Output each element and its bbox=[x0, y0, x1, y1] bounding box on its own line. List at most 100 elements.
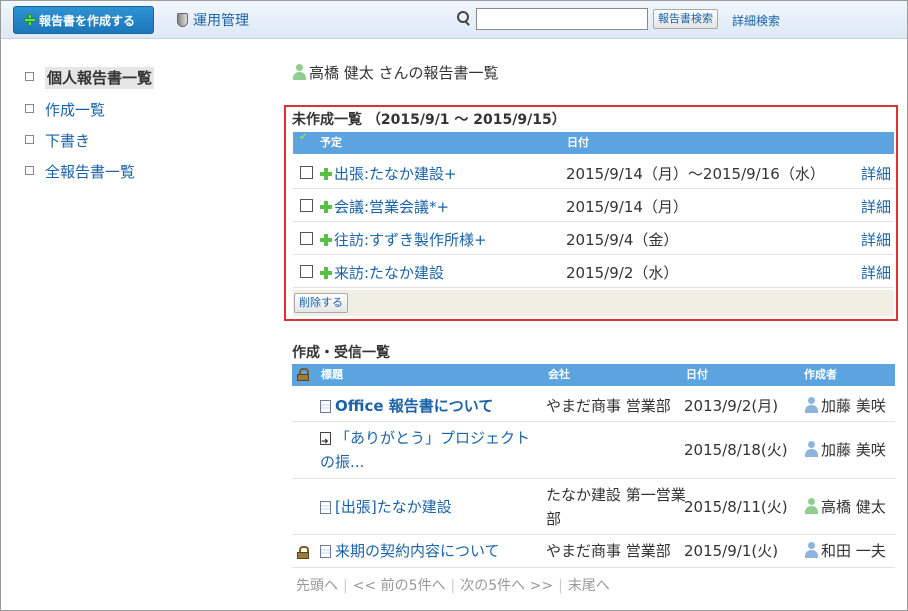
create-report-button[interactable]: 報告書を作成する bbox=[13, 6, 154, 34]
schedule-date: 2015/9/14（月）～2015/9/16（水） bbox=[566, 165, 825, 183]
received-document-icon bbox=[320, 430, 331, 454]
sidebar-item-label: 個人報告書一覧 bbox=[45, 67, 155, 89]
report-date: 2015/9/1(火) bbox=[684, 542, 779, 560]
col-plan-header: 予定 bbox=[320, 136, 342, 149]
author-name: 加藤 美咲 bbox=[821, 397, 886, 415]
row-checkbox[interactable] bbox=[300, 265, 313, 278]
report-title-link[interactable]: [出張]たなか建設 bbox=[320, 495, 540, 519]
sidebar-item-label: 下書き bbox=[45, 132, 91, 150]
uncreated-row: 会議:営業会議*+ 2015/9/14（月） 詳細 bbox=[293, 189, 894, 222]
search-input[interactable] bbox=[476, 8, 648, 30]
sidebar-item-personal-reports[interactable]: 個人報告書一覧 bbox=[25, 67, 155, 89]
created-table-header: 標題 会社 日付 作成者 bbox=[292, 364, 895, 386]
row-checkbox[interactable] bbox=[300, 199, 313, 212]
author-name: 高橋 健太 bbox=[821, 498, 886, 516]
top-toolbar: 報告書を作成する 運用管理 報告書検索 詳細検索 bbox=[1, 1, 907, 39]
col-date-header: 日付 bbox=[567, 136, 589, 149]
report-author[interactable]: 加藤 美咲 bbox=[804, 394, 886, 418]
lock-icon bbox=[297, 368, 309, 381]
report-search-button[interactable]: 報告書検索 bbox=[653, 9, 718, 29]
author-name: 加藤 美咲 bbox=[821, 441, 886, 459]
schedule-date: 2015/9/14（月） bbox=[566, 198, 688, 216]
report-row: Office 報告書について やまだ商事 営業部 2013/9/2(月) 加藤 … bbox=[292, 390, 895, 422]
uncreated-row: 出張:たなか建設+ 2015/9/14（月）～2015/9/16（水） 詳細 bbox=[293, 156, 894, 189]
admin-link-label: 運用管理 bbox=[193, 13, 249, 29]
document-icon bbox=[320, 400, 331, 413]
document-icon bbox=[320, 501, 331, 514]
add-report-icon bbox=[320, 267, 332, 279]
report-row: 来期の契約内容について やまだ商事 営業部 2015/9/1(火) 和田 一夫 bbox=[292, 535, 895, 568]
sidebar-item-created[interactable]: 作成一覧 bbox=[25, 99, 105, 120]
bullet-icon bbox=[25, 104, 34, 113]
schedule-link[interactable]: 出張:たなか建設+ bbox=[320, 163, 457, 184]
col-author-header[interactable]: 作成者 bbox=[804, 364, 837, 386]
report-title-link[interactable]: Office 報告書について bbox=[320, 394, 540, 418]
user-icon bbox=[804, 498, 819, 514]
add-report-icon bbox=[320, 201, 332, 213]
sidebar-item-drafts[interactable]: 下書き bbox=[25, 130, 90, 151]
created-list-heading: 作成・受信一覧 bbox=[292, 345, 390, 361]
uncreated-list-heading: 未作成一覧 （2015/9/1 ～ 2015/9/15） bbox=[292, 112, 566, 128]
schedule-title: 会議:営業会議*+ bbox=[334, 198, 450, 216]
pager-first: 先頭へ bbox=[296, 578, 338, 594]
advanced-search-link[interactable]: 詳細検索 bbox=[732, 12, 780, 29]
report-title: 「ありがとう」プロジェクトの振... bbox=[320, 429, 531, 471]
author-name: 和田 一夫 bbox=[821, 542, 886, 560]
detail-link[interactable]: 詳細 bbox=[861, 196, 891, 217]
report-date: 2015/8/11(火) bbox=[684, 498, 788, 516]
col-title-header[interactable]: 標題 bbox=[321, 364, 343, 386]
uncreated-footer: 削除する bbox=[293, 290, 894, 316]
bullet-icon bbox=[25, 72, 34, 81]
plus-icon bbox=[24, 14, 36, 26]
delete-button[interactable]: 削除する bbox=[294, 293, 348, 313]
report-date: 2013/9/2(月) bbox=[684, 397, 779, 415]
row-checkbox[interactable] bbox=[300, 232, 313, 245]
sidebar-item-label: 作成一覧 bbox=[45, 101, 106, 119]
uncreated-row: 往訪:すずき製作所様+ 2015/9/4（金） 詳細 bbox=[293, 222, 894, 255]
detail-link[interactable]: 詳細 bbox=[861, 229, 891, 250]
create-report-label: 報告書を作成する bbox=[39, 14, 136, 28]
detail-link[interactable]: 詳細 bbox=[861, 262, 891, 283]
user-icon bbox=[804, 441, 819, 457]
schedule-date: 2015/9/2（水） bbox=[566, 264, 679, 282]
search-icon bbox=[457, 11, 471, 26]
pager-next: 次の5件へ >> bbox=[460, 578, 554, 594]
user-icon bbox=[804, 542, 819, 558]
report-title-link[interactable]: 来期の契約内容について bbox=[320, 539, 540, 563]
sidebar-item-all-reports[interactable]: 全報告書一覧 bbox=[25, 161, 135, 182]
add-report-icon bbox=[320, 168, 332, 180]
bullet-icon bbox=[25, 166, 34, 175]
admin-link[interactable]: 運用管理 bbox=[177, 10, 249, 30]
report-title: Office 報告書について bbox=[335, 397, 494, 415]
report-author[interactable]: 和田 一夫 bbox=[804, 539, 886, 563]
col-company-header[interactable]: 会社 bbox=[548, 364, 570, 386]
report-title-link[interactable]: 「ありがとう」プロジェクトの振... bbox=[320, 426, 532, 474]
sidebar-item-label: 全報告書一覧 bbox=[45, 163, 136, 181]
user-icon bbox=[292, 64, 307, 80]
pager-prev: << 前の5件へ bbox=[352, 578, 446, 594]
report-row: 「ありがとう」プロジェクトの振... 2015/8/18(火) 加藤 美咲 bbox=[292, 422, 895, 479]
pagination: 先頭へ | << 前の5件へ | 次の5件へ >> | 末尾へ bbox=[296, 578, 610, 594]
report-author[interactable]: 加藤 美咲 bbox=[804, 438, 886, 462]
report-title: 来期の契約内容について bbox=[335, 542, 500, 560]
schedule-title: 来訪:たなか建設 bbox=[334, 264, 445, 282]
pager-last: 末尾へ bbox=[567, 578, 610, 594]
schedule-title: 往訪:すずき製作所様+ bbox=[334, 231, 487, 249]
uncreated-table-header: 予定 日付 bbox=[293, 127, 894, 154]
check-all-icon[interactable] bbox=[299, 127, 309, 149]
detail-link[interactable]: 詳細 bbox=[861, 163, 891, 184]
page-title-text: 高橋 健太 さんの報告書一覧 bbox=[309, 64, 499, 82]
shield-icon bbox=[177, 13, 188, 27]
user-icon bbox=[804, 397, 819, 413]
schedule-link[interactable]: 会議:営業会議*+ bbox=[320, 196, 449, 217]
row-checkbox[interactable] bbox=[300, 166, 313, 179]
schedule-link[interactable]: 往訪:すずき製作所様+ bbox=[320, 229, 487, 250]
schedule-link[interactable]: 来訪:たなか建設 bbox=[320, 262, 444, 283]
report-date: 2015/8/18(火) bbox=[684, 441, 788, 459]
schedule-title: 出張:たなか建設+ bbox=[334, 165, 457, 183]
report-row: [出張]たなか建設 たなか建設 第一営業部 2015/8/11(火) 高橋 健太 bbox=[292, 479, 895, 535]
col-date-header[interactable]: 日付 bbox=[686, 364, 708, 386]
uncreated-row: 来訪:たなか建設 2015/9/2（水） 詳細 bbox=[293, 255, 894, 288]
report-author[interactable]: 高橋 健太 bbox=[804, 495, 886, 519]
page-title: 高橋 健太 さんの報告書一覧 bbox=[292, 62, 499, 83]
